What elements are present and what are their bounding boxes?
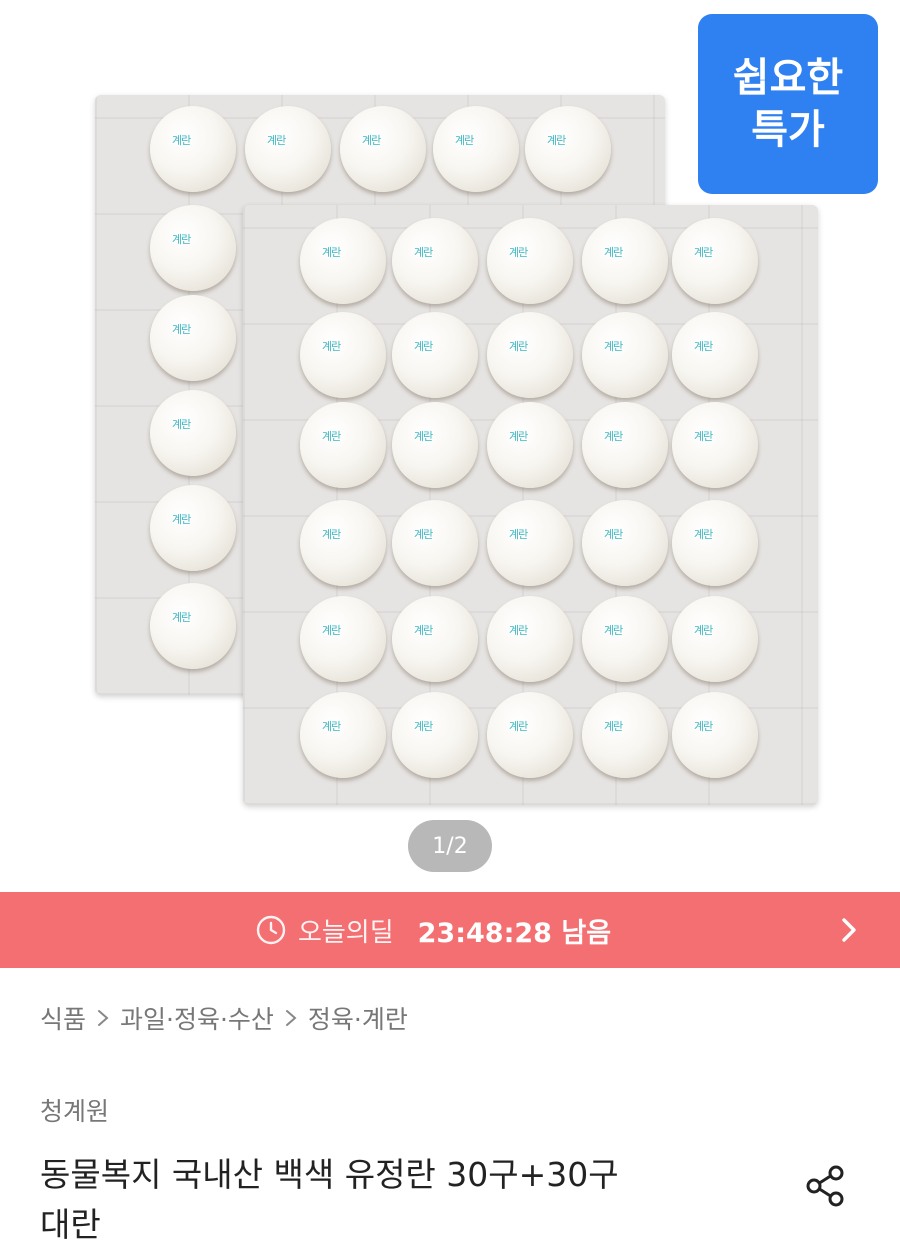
deal-countdown: 23:48:28 남음 (417, 917, 612, 949)
egg (487, 218, 573, 304)
egg (487, 692, 573, 778)
deal-label: 오늘의딜 (297, 917, 394, 948)
egg (582, 402, 668, 488)
egg (150, 106, 236, 192)
todays-deal-bar[interactable]: 오늘의딜 23:48:28 남음 (0, 892, 900, 968)
product-image-carousel[interactable]: 쉽요한 특가 1/2 (0, 0, 900, 892)
egg (582, 500, 668, 586)
chevron-right-icon[interactable] (832, 912, 866, 948)
egg (392, 692, 478, 778)
egg (150, 295, 236, 381)
clock-icon (256, 915, 286, 945)
badge-line-1: 쉽요한 (732, 55, 844, 101)
egg (150, 390, 236, 476)
breadcrumb: 식품 과일·정육·수산 정육·계란 (40, 998, 408, 1038)
product-title-line-2: 대란 (40, 1205, 101, 1244)
egg (245, 106, 331, 192)
brand-name[interactable]: 청계원 (40, 1092, 109, 1128)
egg (582, 692, 668, 778)
image-pager: 1/2 (408, 820, 492, 872)
egg (582, 218, 668, 304)
egg (392, 312, 478, 398)
egg (300, 218, 386, 304)
egg (525, 106, 611, 192)
egg (392, 218, 478, 304)
egg (300, 596, 386, 682)
egg (487, 596, 573, 682)
egg (582, 596, 668, 682)
share-icon[interactable] (800, 1160, 852, 1212)
special-deal-badge: 쉽요한 특가 (698, 14, 878, 194)
product-title-line-1: 동물복지 국내산 백색 유정란 30구+30구 (40, 1155, 619, 1194)
egg (487, 500, 573, 586)
egg (300, 312, 386, 398)
chevron-right-icon (98, 1010, 109, 1026)
breadcrumb-item-food[interactable]: 식품 (40, 1000, 86, 1036)
egg (150, 485, 236, 571)
product-title: 동물복지 국내산 백색 유정란 30구+30구 대란 (40, 1150, 740, 1250)
egg (672, 692, 758, 778)
egg (487, 402, 573, 488)
egg (300, 692, 386, 778)
egg (392, 500, 478, 586)
egg (150, 583, 236, 669)
egg (433, 106, 519, 192)
egg (340, 106, 426, 192)
egg (672, 218, 758, 304)
egg (300, 500, 386, 586)
egg (300, 402, 386, 488)
egg (672, 312, 758, 398)
egg (150, 205, 236, 291)
egg (392, 596, 478, 682)
egg (672, 596, 758, 682)
breadcrumb-item-fruit-meat-seafood[interactable]: 과일·정육·수산 (120, 1000, 274, 1036)
egg (392, 402, 478, 488)
chevron-right-icon (285, 1010, 297, 1026)
breadcrumb-item-meat-eggs[interactable]: 정육·계란 (308, 1000, 408, 1036)
badge-line-2: 특가 (751, 107, 825, 153)
egg (487, 312, 573, 398)
egg (672, 500, 758, 586)
egg (672, 402, 758, 488)
egg (582, 312, 668, 398)
